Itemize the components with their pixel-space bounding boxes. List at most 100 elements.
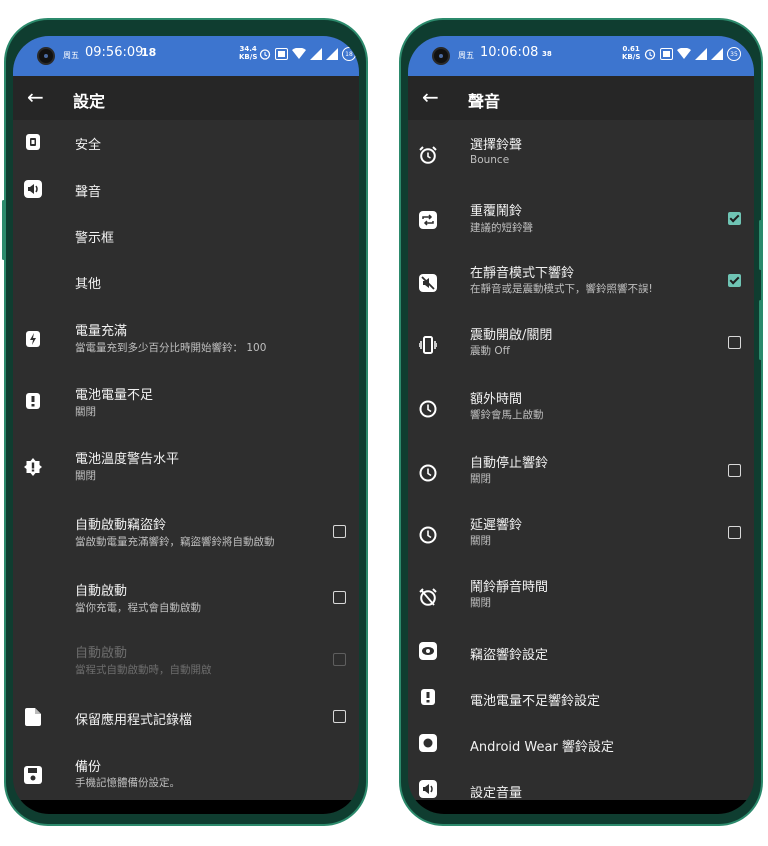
setting-theft-alarm[interactable]: 竊盜響鈴設定 — [408, 630, 754, 676]
signal-icon — [695, 48, 707, 60]
setting-title: 自動啟動竊盜鈴 — [75, 518, 167, 533]
phone-side-button — [759, 300, 762, 360]
setting-ring-in-silent[interactable]: 在靜音模式下響鈴 在靜音或是震動模式下，響鈴照響不誤! — [408, 252, 754, 312]
back-arrow-icon[interactable]: ← — [422, 85, 439, 109]
checkbox-checked[interactable] — [728, 212, 741, 225]
hd-status-icon — [660, 48, 673, 60]
setting-keep-log[interactable]: 保留應用程式記錄檔 — [13, 694, 359, 744]
setting-title: 自動停止響鈴 — [470, 456, 549, 471]
status-extra: 38 — [542, 50, 552, 58]
checkbox[interactable] — [728, 336, 741, 349]
setting-title: Android Wear 響鈴設定 — [470, 740, 614, 755]
watch-icon — [419, 734, 437, 752]
phone-side-button — [2, 200, 5, 260]
signal-icon — [310, 48, 322, 60]
sound-settings-list: 選擇鈴聲 Bounce 重覆鬧鈴 建議的短鈴聲 在靜音模式下響鈴 在靜音或是震動… — [408, 120, 754, 814]
setting-title: 警示框 — [75, 231, 115, 246]
setting-extra-time[interactable]: 額外時間 響鈴會馬上啟動 — [408, 378, 754, 438]
setting-other[interactable]: 其他 — [13, 258, 359, 304]
checkbox[interactable] — [728, 464, 741, 477]
setting-title: 自動啟動 — [75, 646, 128, 661]
phone-right: 周五 10:06:08 38 0.61 KB/S 35 ← 聲音 選擇鈴聲 Bou… — [399, 18, 763, 826]
setting-sound[interactable]: 聲音 — [13, 166, 359, 212]
status-day: 周五 — [63, 51, 79, 60]
battery-status-icon: 35 — [727, 47, 741, 61]
setting-title: 備份 — [75, 760, 102, 775]
battery-charging-icon — [24, 330, 42, 348]
setting-title: 延遲響鈴 — [470, 518, 523, 533]
setting-title: 自動啟動 — [75, 584, 128, 599]
setting-title: 電池溫度警告水平 — [75, 452, 180, 467]
setting-delay-alarm[interactable]: 延遲響鈴 關閉 — [408, 504, 754, 564]
checkbox[interactable] — [728, 526, 741, 539]
battery-alert-icon — [24, 392, 42, 410]
checkbox-disabled — [333, 653, 346, 666]
setting-summary: 響鈴會馬上啟動 — [470, 409, 544, 421]
setting-title: 電池電量不足響鈴設定 — [470, 694, 601, 709]
alarm-off-icon — [419, 588, 437, 606]
setting-vibrate[interactable]: 震動開啟/關閉 震動 Off — [408, 314, 754, 374]
setting-low-battery-alarm[interactable]: 電池電量不足響鈴設定 — [408, 676, 754, 722]
file-icon — [24, 708, 42, 726]
setting-title: 在靜音模式下響鈴 — [470, 266, 575, 281]
screen-bottom-edge — [408, 800, 754, 814]
signal-icon — [711, 48, 723, 60]
setting-ringtone[interactable]: 選擇鈴聲 Bounce — [408, 126, 754, 186]
front-camera — [37, 47, 55, 65]
setting-title: 電量充滿 — [75, 324, 128, 339]
checkbox[interactable] — [333, 525, 346, 538]
status-extra: 18 — [141, 46, 157, 59]
checkbox[interactable] — [333, 591, 346, 604]
checkbox[interactable] — [333, 710, 346, 723]
phone-side-button — [759, 220, 762, 270]
volume-icon — [24, 180, 42, 198]
setting-android-wear[interactable]: Android Wear 響鈴設定 — [408, 722, 754, 768]
setting-title: 額外時間 — [470, 392, 523, 407]
setting-title: 選擇鈴聲 — [470, 138, 523, 153]
status-icons: 18 — [259, 47, 356, 61]
setting-battery-temperature[interactable]: 電池溫度警告水平 關閉 — [13, 438, 359, 498]
setting-full-charge[interactable]: 電量充滿 當電量充到多少百分比時開始響鈴： 100 — [13, 310, 359, 370]
setting-title: 重覆鬧鈴 — [470, 204, 523, 219]
setting-summary: 手機記憶體備份設定。 — [75, 777, 180, 789]
back-arrow-icon[interactable]: ← — [27, 85, 44, 109]
setting-auto-start[interactable]: 自動啟動 當你充電，程式會自動啟動 — [13, 570, 359, 630]
setting-title: 震動開啟/關閉 — [470, 328, 553, 343]
setting-alert-box[interactable]: 警示框 — [13, 212, 359, 258]
setting-auto-theft-alarm[interactable]: 自動啟動竊盜鈴 當啟動電量充滿響鈴，竊盜響鈴將自動啟動 — [13, 504, 359, 566]
setting-low-battery[interactable]: 電池電量不足 關閉 — [13, 374, 359, 434]
network-speed: 0.61 KB/S — [622, 45, 641, 61]
setting-security[interactable]: 安全 — [13, 120, 359, 166]
alarm-icon — [419, 146, 437, 164]
lock-icon — [24, 133, 42, 151]
repeat-icon — [419, 211, 437, 229]
setting-repeat-alarm[interactable]: 重覆鬧鈴 建議的短鈴聲 — [408, 190, 754, 250]
battery-status-icon: 18 — [342, 47, 356, 61]
setting-summary: 建議的短鈴聲 — [470, 222, 533, 234]
setting-auto-stop[interactable]: 自動停止響鈴 關閉 — [408, 442, 754, 502]
checkbox-checked[interactable] — [728, 274, 741, 287]
setting-alarm-silence-time[interactable]: 鬧鈴靜音時間 關閉 — [408, 566, 754, 626]
setting-backup[interactable]: 備份 手機記憶體備份設定。 — [13, 746, 359, 802]
setting-title: 竊盜響鈴設定 — [470, 648, 549, 663]
setting-summary: 關閉 — [75, 406, 96, 418]
vibrate-icon — [419, 336, 437, 354]
settings-list: 安全 聲音 警示框 其他 電量充滿 當電量充到多少百分比時開始響鈴： 100 電… — [13, 120, 359, 814]
setting-summary: 當啟動電量充滿響鈴，竊盜響鈴將自動啟動 — [75, 536, 275, 548]
alarm-status-icon — [259, 49, 271, 60]
save-icon — [24, 766, 42, 784]
phone-left: 周五 09:56:09 18 34.4 KB/S 18 ← 設定 安全 聲音 警… — [2, 18, 368, 826]
volume-icon — [419, 780, 437, 798]
status-time: 09:56:09 — [85, 45, 144, 60]
setting-summary: 當你充電，程式會自動啟動 — [75, 602, 201, 614]
wifi-icon — [292, 48, 306, 59]
sound-screen: 周五 10:06:08 38 0.61 KB/S 35 ← 聲音 選擇鈴聲 Bou… — [408, 36, 754, 814]
clock-icon — [419, 526, 437, 544]
setting-title: 電池電量不足 — [75, 388, 154, 403]
status-bar: 周五 09:56:09 18 34.4 KB/S 18 — [13, 36, 359, 76]
setting-auto-open: 自動啟動 當程式自動啟動時，自動開啟 — [13, 632, 359, 692]
app-bar: ← 聲音 — [408, 76, 754, 120]
alarm-status-icon — [644, 49, 656, 60]
network-speed: 34.4 KB/S — [239, 45, 258, 61]
setting-summary: 關閉 — [470, 535, 491, 547]
